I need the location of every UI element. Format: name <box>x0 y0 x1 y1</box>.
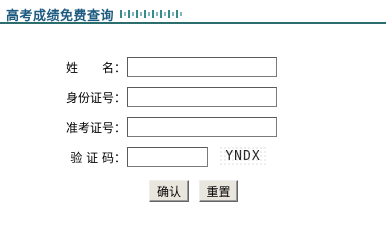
id-number-label: 身份证号： <box>65 90 126 105</box>
verification-code-label: 验 证 码： <box>70 150 126 165</box>
id-number-input[interactable] <box>127 87 277 107</box>
captcha-text: YNDX <box>225 148 261 164</box>
exam-row: 准考证号： <box>0 116 277 138</box>
header-divider <box>0 22 386 24</box>
exam-number-input[interactable] <box>127 117 277 137</box>
name-row: 姓 名： <box>0 56 277 78</box>
exam-number-label: 准考证号： <box>65 120 126 135</box>
page-title: 高考成绩免费查询 <box>6 8 115 24</box>
id-row: 身份证号： <box>0 86 277 108</box>
name-input[interactable] <box>127 57 277 77</box>
verification-code-input[interactable] <box>127 147 208 167</box>
captcha-row: 验 证 码： YNDX <box>0 146 267 168</box>
decorative-pattern-icon <box>120 10 183 18</box>
reset-button[interactable]: 重置 <box>199 180 238 202</box>
captcha-image[interactable]: YNDX <box>219 146 267 166</box>
confirm-button[interactable]: 确认 <box>149 180 189 202</box>
name-label: 姓 名： <box>65 60 126 75</box>
section-header: 高考成绩免费查询 <box>6 6 183 24</box>
